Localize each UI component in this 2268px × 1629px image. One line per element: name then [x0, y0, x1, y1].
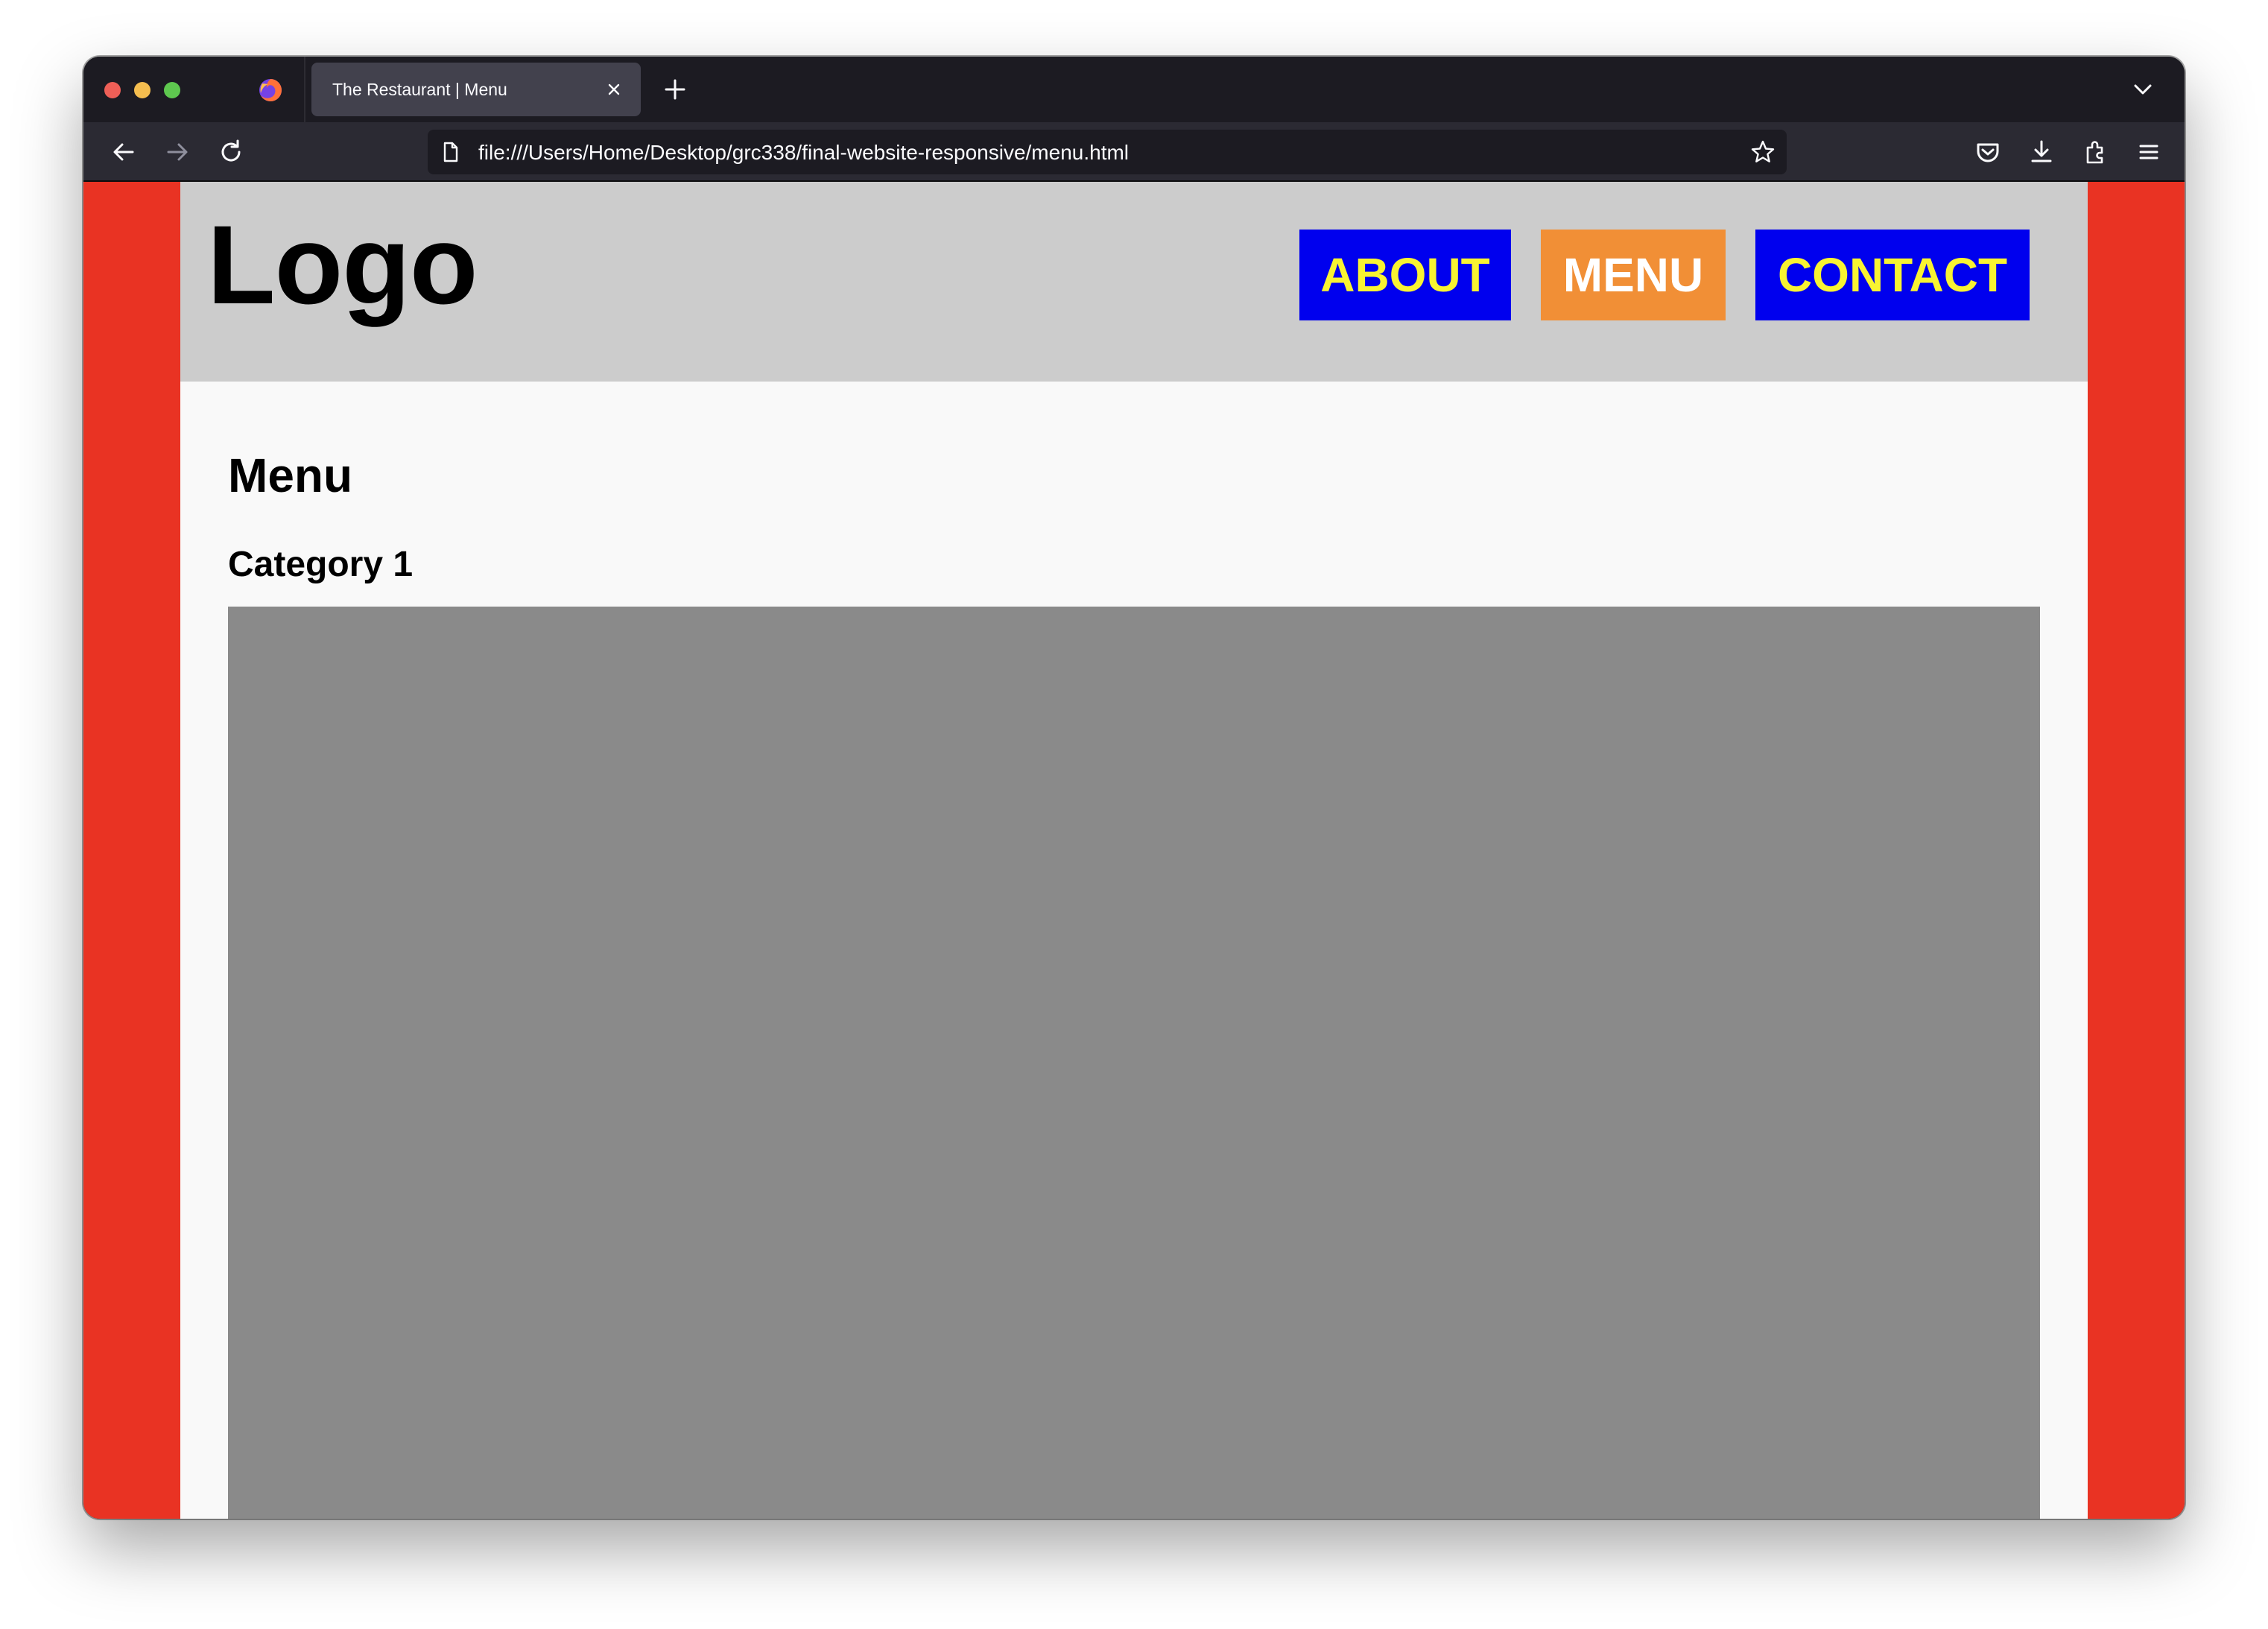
minimize-window-button[interactable] [134, 82, 151, 98]
arrow-left-icon[interactable] [109, 137, 139, 167]
zoom-window-button[interactable] [164, 82, 180, 98]
browser-window: The Restaurant | Menu file:///Users/Home… [83, 57, 2185, 1519]
arrow-right-icon[interactable] [162, 137, 192, 167]
close-icon[interactable] [601, 76, 627, 103]
pocket-icon[interactable] [1973, 137, 2003, 167]
nav-link-contact[interactable]: CONTACT [1755, 230, 2030, 320]
site-header: Logo ABOUT MENU CONTACT [180, 182, 2088, 382]
nav-toolbar: file:///Users/Home/Desktop/grc338/final-… [83, 122, 2185, 182]
download-icon[interactable] [2027, 137, 2056, 167]
nav-link-menu[interactable]: MENU [1541, 230, 1726, 320]
image-placeholder [228, 607, 2040, 1519]
puzzle-icon[interactable] [2080, 137, 2110, 167]
web-content: Logo ABOUT MENU CONTACT Menu Category 1 [83, 182, 2185, 1519]
tab-active[interactable]: The Restaurant | Menu [311, 63, 641, 116]
url-text[interactable]: file:///Users/Home/Desktop/grc338/final-… [478, 141, 1129, 165]
nav-link-about[interactable]: ABOUT [1299, 230, 1511, 320]
tab-title: The Restaurant | Menu [332, 80, 507, 99]
tab-separator [304, 57, 305, 122]
site-logo[interactable]: Logo [207, 209, 478, 320]
page-icon [443, 142, 458, 162]
tab-bar: The Restaurant | Menu [83, 57, 2185, 122]
page-title: Menu [228, 449, 353, 502]
firefox-icon [259, 79, 282, 101]
plus-icon[interactable] [662, 76, 688, 103]
star-icon[interactable] [1749, 139, 1776, 165]
reload-icon[interactable] [216, 137, 246, 167]
close-window-button[interactable] [104, 82, 121, 98]
category-heading: Category 1 [228, 545, 414, 584]
chevron-down-icon[interactable] [2129, 76, 2156, 103]
hamburger-icon[interactable] [2134, 137, 2164, 167]
page-container: Logo ABOUT MENU CONTACT Menu Category 1 [180, 182, 2088, 1519]
url-bar[interactable]: file:///Users/Home/Desktop/grc338/final-… [428, 130, 1787, 174]
